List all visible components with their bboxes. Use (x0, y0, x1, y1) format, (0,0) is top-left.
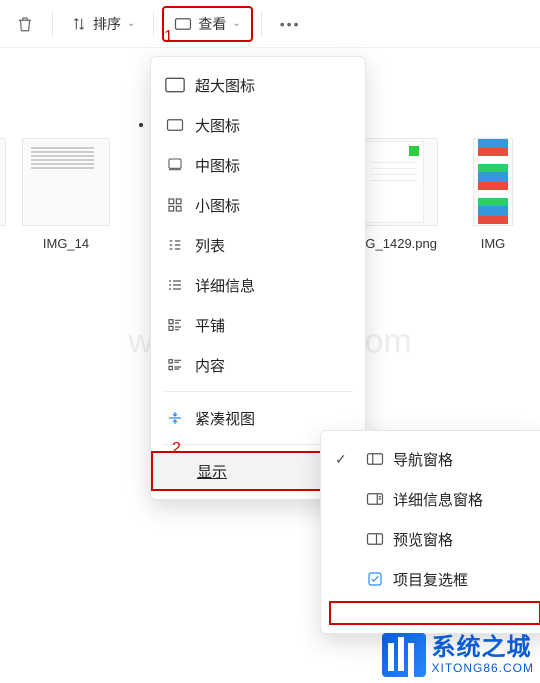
divider (52, 12, 53, 36)
brand-logo-icon (382, 633, 426, 677)
chevron-down-icon: ⌄ (127, 18, 135, 29)
file-name: IMG (481, 236, 506, 251)
menu-label: 详细信息窗格 (393, 489, 483, 510)
menu-label: 列表 (195, 235, 225, 256)
divider (153, 12, 154, 36)
medium-icon (165, 157, 185, 173)
show-submenu: ✓ 导航窗格 详细信息窗格 预览窗格 项目复选框 (320, 430, 540, 634)
view-option-tiles[interactable]: 平铺 (151, 305, 365, 345)
brand-domain: XITONG86.COM (432, 662, 534, 675)
menu-label: 项目复选框 (393, 569, 468, 590)
details-pane-toggle[interactable]: 详细信息窗格 (321, 479, 540, 519)
thumbnail (22, 138, 110, 226)
brand-badge: 系统之城 XITONG86.COM (382, 633, 534, 677)
toolbar: 排序 ⌄ 查看 ⌄ 1 ••• (0, 0, 540, 48)
content-icon (165, 357, 185, 373)
brand-name: 系统之城 (432, 635, 534, 661)
check-icon: ✓ (335, 451, 347, 468)
view-option-small[interactable]: 小图标 (151, 185, 365, 225)
tiles-icon (165, 317, 185, 333)
file-name: IMG_14 (43, 236, 89, 251)
sort-icon (71, 16, 87, 32)
menu-label: 大图标 (195, 115, 240, 136)
menu-label: 预览窗格 (393, 529, 453, 550)
annotation-2: 2 (172, 440, 181, 458)
delete-button[interactable] (6, 9, 44, 39)
item-checkboxes-toggle[interactable]: 项目复选框 (321, 559, 540, 599)
divider (261, 12, 262, 36)
checkbox-icon (365, 571, 385, 587)
thumbnail (473, 138, 513, 226)
preview-pane-icon (365, 532, 385, 546)
view-label: 查看 (198, 14, 226, 34)
nav-pane-icon (365, 452, 385, 466)
annotation-cutoff (329, 601, 540, 625)
annotation-1: 1 (164, 28, 173, 46)
details-icon (165, 277, 185, 293)
file-item[interactable]: IMG_14 (19, 138, 113, 683)
more-button[interactable]: ••• (270, 10, 311, 38)
menu-label: 内容 (195, 355, 225, 376)
view-option-content[interactable]: 内容 (151, 345, 365, 385)
sort-label: 排序 (93, 14, 121, 34)
view-button[interactable]: 查看 ⌄ (162, 6, 252, 42)
chevron-down-icon: ⌄ (232, 18, 240, 29)
menu-label: 显示 (197, 461, 227, 482)
thumbnail (0, 138, 6, 226)
more-icon: ••• (280, 16, 301, 32)
nav-pane-toggle[interactable]: ✓ 导航窗格 (321, 439, 540, 479)
menu-label: 紧凑视图 (195, 408, 255, 429)
view-option-large[interactable]: 大图标 (151, 105, 365, 145)
menu-label: 平铺 (195, 315, 225, 336)
menu-label: 导航窗格 (393, 449, 453, 470)
menu-separator (163, 391, 353, 392)
trash-icon (16, 15, 34, 33)
compact-icon (165, 410, 185, 426)
menu-label: 中图标 (195, 155, 240, 176)
file-item[interactable]: ng (0, 138, 9, 683)
extra-large-icon (165, 77, 185, 93)
menu-label: 小图标 (195, 195, 240, 216)
preview-pane-toggle[interactable]: 预览窗格 (321, 519, 540, 559)
view-option-extra-large[interactable]: 超大图标 (151, 65, 365, 105)
selected-bullet-icon (139, 123, 143, 127)
small-icon (165, 197, 185, 213)
view-option-medium[interactable]: 中图标 (151, 145, 365, 185)
view-icon (174, 17, 192, 31)
large-icon (165, 118, 185, 132)
view-option-details[interactable]: 详细信息 (151, 265, 365, 305)
view-option-list[interactable]: 列表 (151, 225, 365, 265)
details-pane-icon (365, 492, 385, 506)
menu-label: 详细信息 (195, 275, 255, 296)
menu-label: 超大图标 (195, 75, 255, 96)
list-icon (165, 237, 185, 253)
sort-button[interactable]: 排序 ⌄ (61, 8, 145, 40)
